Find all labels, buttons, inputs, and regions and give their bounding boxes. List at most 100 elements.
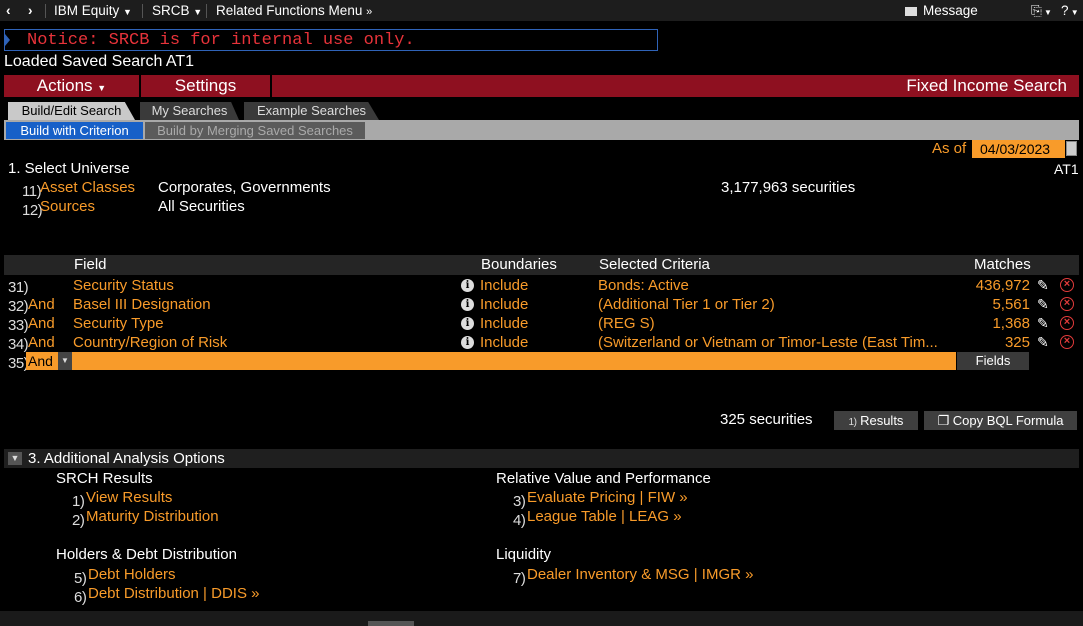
security-label: IBM Equity — [54, 3, 120, 18]
results-button[interactable]: 1) Results — [834, 411, 918, 430]
fields-button[interactable]: Fields — [957, 352, 1029, 370]
chevron-left-icon[interactable]: ‹ — [6, 3, 11, 18]
info-icon[interactable]: i — [461, 336, 474, 349]
item-number: 7) — [513, 570, 526, 587]
tab-label: Example Searches — [256, 103, 367, 118]
row-boundary[interactable]: Include — [480, 276, 528, 295]
item-number: 3) — [513, 493, 526, 510]
chevron-right-icon[interactable]: › — [28, 3, 33, 18]
copy-bql-label: Copy BQL Formula — [952, 413, 1064, 428]
remove-icon[interactable]: × — [1060, 316, 1074, 330]
notice-text: Notice: SRCB is for internal use only. — [27, 31, 415, 50]
row-criteria[interactable]: Bonds: Active — [598, 276, 958, 295]
evaluate-pricing-link[interactable]: Evaluate Pricing | FIW » — [527, 489, 688, 506]
operator-select[interactable]: And — [26, 352, 58, 370]
maturity-distribution-link[interactable]: Maturity Distribution — [86, 508, 219, 525]
caret-down-icon: ▼ — [97, 83, 107, 93]
pencil-icon[interactable]: ✎ — [1037, 315, 1049, 332]
as-of-label: As of — [932, 140, 967, 157]
remove-icon[interactable]: × — [1060, 335, 1074, 349]
row-field[interactable]: Security Type — [73, 314, 164, 333]
window-options-icon[interactable]: ⎘ ▼ — [1031, 3, 1052, 19]
toolbar-divider — [45, 4, 46, 18]
toolbar-divider — [142, 4, 143, 18]
bottom-scrollbar[interactable] — [0, 611, 1083, 626]
pencil-icon[interactable]: ✎ — [1037, 277, 1049, 294]
row-criteria[interactable]: (Additional Tier 1 or Tier 2) — [598, 295, 958, 314]
table-row: 33) And Security Type i Include (REG S) … — [4, 314, 1079, 334]
pencil-icon[interactable]: ✎ — [1037, 296, 1049, 313]
message-button[interactable]: Message — [905, 3, 978, 18]
tab-my-searches[interactable]: My Searches — [140, 102, 239, 120]
table-row: 31) Security Status i Include Bonds: Act… — [4, 276, 1079, 296]
row-criteria[interactable]: (REG S) — [598, 314, 958, 333]
search-name-label: AT1 — [1054, 161, 1079, 177]
row-field[interactable]: Security Status — [73, 276, 174, 295]
universe-count: 3,177,963 securities — [721, 179, 856, 196]
row-boundary[interactable]: Include — [480, 333, 528, 352]
dealer-inventory-link[interactable]: Dealer Inventory & MSG | IMGR » — [527, 566, 753, 583]
pencil-icon[interactable]: ✎ — [1037, 334, 1049, 351]
security-selector[interactable]: IBM Equity ▼ — [54, 3, 132, 18]
item-number: 2) — [72, 512, 85, 529]
row-matches[interactable]: 1,368 — [954, 314, 1030, 333]
new-field-input[interactable] — [72, 352, 956, 370]
universe-heading: 1. Select Universe — [8, 160, 130, 177]
actions-label: Actions — [36, 76, 93, 95]
view-results-link[interactable]: View Results — [86, 489, 172, 506]
row-boundary[interactable]: Include — [480, 295, 528, 314]
message-label: Message — [923, 3, 978, 18]
caret-down-icon: ▼ — [193, 7, 203, 17]
row-field[interactable]: Basel III Designation — [73, 295, 211, 314]
item-number: 6) — [74, 589, 87, 606]
row-matches[interactable]: 5,561 — [954, 295, 1030, 314]
info-icon[interactable]: i — [461, 279, 474, 292]
info-icon[interactable]: i — [461, 317, 474, 330]
row-matches[interactable]: 436,972 — [954, 276, 1030, 295]
league-table-link[interactable]: League Table | LEAG » — [527, 508, 682, 525]
row-criteria[interactable]: (Switzerland or Vietnam or Timor-Leste (… — [598, 333, 958, 352]
collapse-icon[interactable]: ▼ — [8, 452, 22, 465]
scrollbar-thumb[interactable] — [368, 621, 414, 626]
remove-icon[interactable]: × — [1060, 278, 1074, 292]
calendar-icon[interactable] — [1066, 141, 1077, 156]
copy-icon: ❐ — [937, 413, 950, 428]
function-menubar: Actions ▼ Settings Fixed Income Search — [4, 75, 1079, 97]
subtab-build-with-criterion[interactable]: Build with Criterion — [6, 122, 143, 139]
row-field[interactable]: Country/Region of Risk — [73, 333, 227, 352]
sources-link[interactable]: Sources — [40, 198, 95, 215]
column-header-boundaries: Boundaries — [481, 256, 557, 273]
button-number: 1) — [848, 417, 857, 428]
analysis-options-header: ▼ 3. Additional Analysis Options — [4, 449, 1079, 468]
row-operator[interactable]: And — [28, 295, 55, 314]
banner-marker-icon — [5, 34, 10, 46]
debt-distribution-link[interactable]: Debt Distribution | DDIS » — [88, 585, 259, 602]
group-heading: SRCH Results — [56, 470, 153, 487]
related-functions-label: Related Functions Menu — [216, 3, 363, 18]
copy-bql-button[interactable]: ❐ Copy BQL Formula — [924, 411, 1077, 430]
envelope-icon — [905, 6, 917, 16]
help-button[interactable]: ? ▼ — [1061, 3, 1079, 18]
group-heading: Liquidity — [496, 546, 552, 563]
actions-menu-button[interactable]: Actions ▼ — [4, 75, 141, 97]
info-icon[interactable]: i — [461, 298, 474, 311]
function-selector[interactable]: SRCB ▼ — [152, 3, 202, 18]
debt-holders-link[interactable]: Debt Holders — [88, 566, 176, 583]
caret-down-icon[interactable]: ▼ — [58, 352, 72, 370]
related-functions-menu[interactable]: Related Functions Menu » — [216, 3, 372, 18]
row-boundary[interactable]: Include — [480, 314, 528, 333]
tab-example-searches[interactable]: Example Searches — [244, 102, 379, 120]
subtab-label: Build with Criterion — [20, 123, 129, 138]
as-of-date-input[interactable]: 04/03/2023 — [972, 140, 1065, 158]
row-operator[interactable]: And — [28, 333, 55, 352]
asset-classes-link[interactable]: Asset Classes — [40, 179, 135, 196]
remove-icon[interactable]: × — [1060, 297, 1074, 311]
help-icon: ? — [1061, 3, 1069, 18]
row-operator[interactable]: And — [28, 314, 55, 333]
settings-label: Settings — [174, 76, 237, 95]
settings-button[interactable]: Settings — [141, 75, 272, 97]
subtab-build-by-merging[interactable]: Build by Merging Saved Searches — [145, 122, 365, 139]
subtab-label: Build by Merging Saved Searches — [157, 123, 353, 138]
tab-build-edit-search[interactable]: Build/Edit Search — [8, 102, 135, 120]
row-matches[interactable]: 325 — [954, 333, 1030, 352]
